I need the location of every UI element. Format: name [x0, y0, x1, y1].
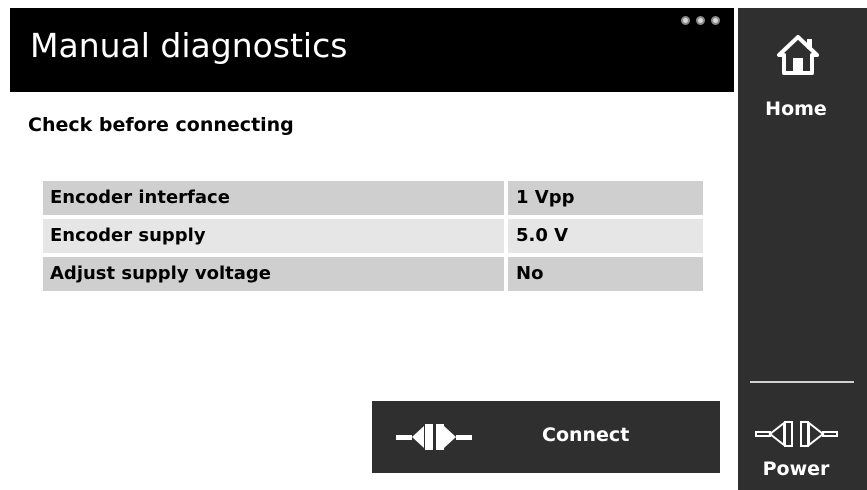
- row-label: Adjust supply voltage: [43, 257, 504, 291]
- table-row: Encoder supply 5.0 V: [43, 219, 703, 253]
- power-button[interactable]: Power: [738, 400, 858, 490]
- power-label: Power: [762, 458, 830, 480]
- table-row: Encoder interface 1 Vpp: [43, 181, 703, 215]
- row-value: 1 Vpp: [508, 181, 703, 215]
- dot: [711, 16, 720, 25]
- power-connector-icon: [755, 420, 838, 448]
- row-label: Encoder interface: [43, 181, 504, 215]
- sidebar-divider: [750, 381, 854, 383]
- row-label: Encoder supply: [43, 219, 504, 253]
- row-value: 5.0 V: [508, 219, 703, 253]
- connector-icon: [396, 424, 472, 450]
- home-button[interactable]: Home: [738, 8, 858, 138]
- settings-table: Encoder interface 1 Vpp Encoder supply 5…: [43, 181, 703, 295]
- dot: [696, 16, 705, 25]
- home-label: Home: [765, 98, 827, 120]
- home-icon: [777, 35, 819, 75]
- page-title: Manual diagnostics: [30, 26, 348, 65]
- three-dots-icon[interactable]: [681, 16, 720, 25]
- row-value: No: [508, 257, 703, 291]
- sidebar: Home Power: [738, 8, 867, 490]
- header-bar: Manual diagnostics: [10, 8, 734, 92]
- connect-button[interactable]: Connect: [372, 401, 720, 473]
- dot: [681, 16, 690, 25]
- section-subtitle: Check before connecting: [28, 114, 294, 136]
- table-row: Adjust supply voltage No: [43, 257, 703, 291]
- connect-label: Connect: [542, 424, 630, 446]
